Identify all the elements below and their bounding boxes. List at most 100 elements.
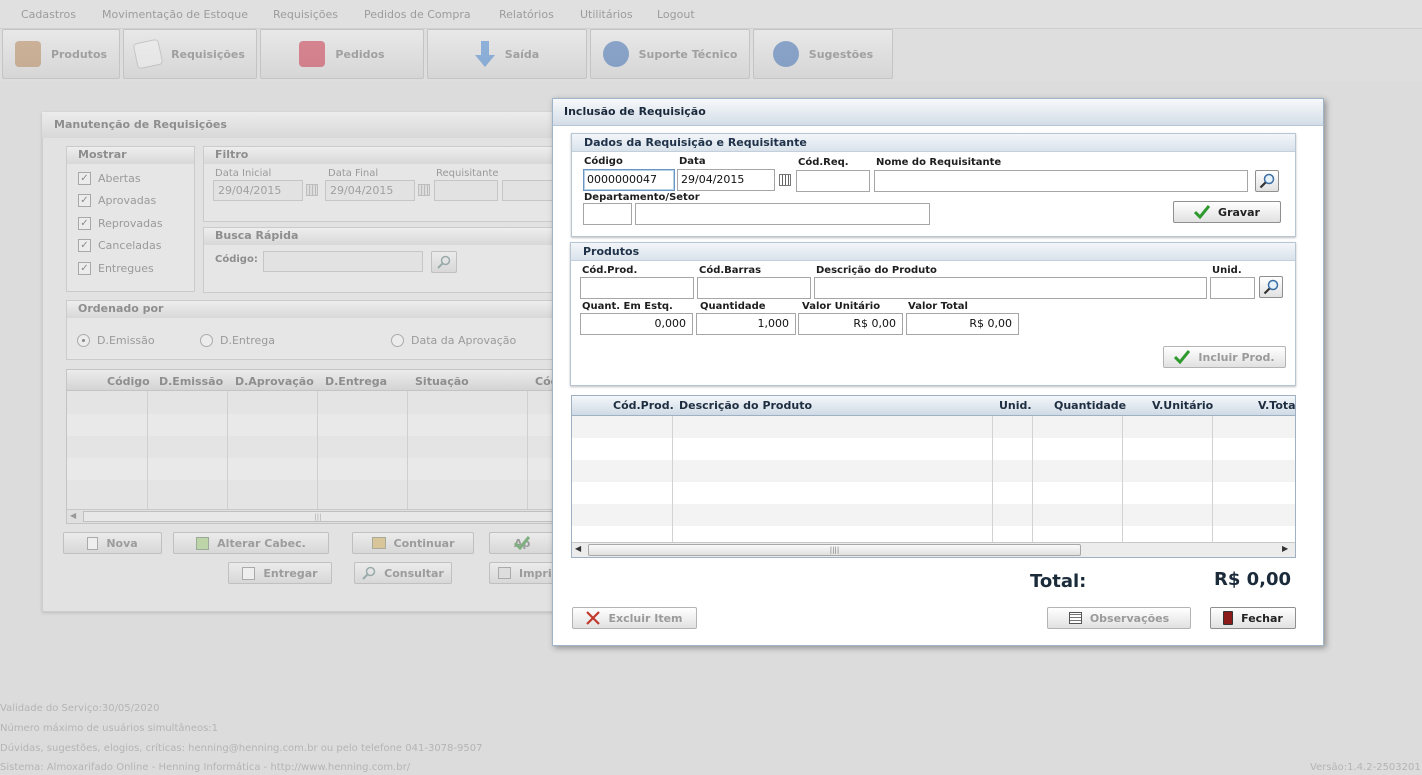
- cod-prod-input[interactable]: [580, 277, 694, 299]
- col-vunitario-header[interactable]: V.Unitário: [1152, 399, 1213, 412]
- continuar-button[interactable]: Continuar: [352, 532, 474, 554]
- aprovadas-label: Aprovadas: [98, 194, 157, 207]
- table-col-divider: [527, 391, 528, 509]
- menu-relatorios[interactable]: Relatórios: [499, 8, 554, 21]
- nova-button[interactable]: Nova: [63, 532, 162, 554]
- calendar-icon[interactable]: [779, 174, 791, 186]
- data-inicial-input[interactable]: 29/04/2015: [213, 180, 303, 201]
- scroll-left-arrow-icon[interactable]: ◀: [70, 511, 76, 520]
- entregar-label: Entregar: [263, 566, 318, 580]
- codigo-label: Código: [584, 156, 623, 167]
- gravar-button[interactable]: Gravar: [1173, 201, 1281, 223]
- mostrar-title: Mostrar: [78, 148, 127, 161]
- toolbar-requisicoes-button[interactable]: Requisições: [123, 29, 257, 79]
- reprovadas-checkbox[interactable]: ✓: [78, 217, 91, 230]
- quant-estq-input[interactable]: 0,000: [580, 313, 693, 335]
- grid-col-divider: [672, 416, 673, 542]
- abertas-checkbox[interactable]: ✓: [78, 172, 91, 185]
- col-unid-header[interactable]: Unid.: [999, 399, 1032, 412]
- document-icon: [132, 38, 164, 70]
- entregues-checkbox[interactable]: ✓: [78, 262, 91, 275]
- folder-icon: [299, 41, 326, 67]
- aprovadas-checkbox[interactable]: ✓: [78, 194, 91, 207]
- menu-movimentacao-estoque[interactable]: Movimentação de Estoque: [102, 8, 248, 21]
- col-descricao-header[interactable]: Descrição do Produto: [679, 399, 812, 412]
- demissao-radio[interactable]: [77, 334, 90, 347]
- toolbar-suporte-button[interactable]: Suporte Técnico: [590, 29, 750, 79]
- valor-unitario-input[interactable]: R$ 0,00: [798, 313, 903, 335]
- col-cod-prod-header[interactable]: Cód.Prod.: [613, 399, 674, 412]
- col-situacao-header[interactable]: Situação: [415, 375, 469, 388]
- quant-estq-label: Quant. Em Estq.: [582, 301, 673, 312]
- requisitante-label: Requisitante: [436, 168, 499, 179]
- cod-barras-input[interactable]: [697, 277, 811, 299]
- requisitante-code-input[interactable]: [434, 180, 498, 201]
- alterar-cabec-button[interactable]: Alterar Cabec.: [173, 532, 329, 554]
- scrollbar-thumb[interactable]: |||: [83, 511, 553, 522]
- fechar-label: Fechar: [1241, 611, 1283, 625]
- requisitante-name-input[interactable]: [502, 180, 558, 201]
- toolbar-saida-label: Saída: [504, 47, 540, 61]
- abertas-label: Abertas: [98, 172, 141, 185]
- col-demissao-header[interactable]: D.Emissão: [159, 375, 223, 388]
- help-icon: [602, 41, 629, 67]
- fechar-button[interactable]: Fechar: [1210, 607, 1296, 629]
- scroll-left-arrow-icon[interactable]: ◀: [575, 544, 581, 553]
- valor-total-input[interactable]: R$ 0,00: [906, 313, 1019, 335]
- incluir-prod-button[interactable]: Incluir Prod.: [1163, 346, 1286, 368]
- table-row: [572, 482, 1295, 504]
- total-value: R$ 0,00: [1214, 569, 1292, 590]
- footer-sistema: Sistema: Almoxarifado Online - Henning I…: [0, 762, 411, 773]
- reprovadas-label: Reprovadas: [98, 217, 163, 230]
- canceladas-checkbox[interactable]: ✓: [78, 239, 91, 252]
- data-final-input[interactable]: 29/04/2015: [325, 180, 415, 201]
- itens-grid-hscrollbar[interactable]: ◀ |||| ▶: [572, 542, 1295, 557]
- delete-x-icon: [586, 611, 601, 625]
- checkmark-icon: [514, 536, 530, 550]
- cod-req-input[interactable]: [796, 170, 870, 192]
- observacoes-label: Observações: [1089, 611, 1170, 625]
- dados-requisicao-title: Dados da Requisição e Requisitante: [572, 134, 1295, 152]
- busca-search-button[interactable]: [431, 251, 457, 273]
- unid-input[interactable]: [1210, 277, 1255, 299]
- toolbar-produtos-button[interactable]: Produtos: [2, 29, 120, 79]
- dentrega-radio[interactable]: [200, 334, 213, 347]
- itens-grid: Cód.Prod. Descrição do Produto Unid. Qua…: [571, 395, 1296, 558]
- observacoes-button[interactable]: Observações: [1047, 607, 1191, 629]
- calendar-icon[interactable]: [306, 184, 318, 196]
- footer-validade: Validade do Serviço:30/05/2020: [0, 703, 160, 714]
- menu-logout[interactable]: Logout: [657, 8, 695, 21]
- nome-requisitante-input[interactable]: [874, 170, 1248, 192]
- scrollbar-thumb[interactable]: ||||: [588, 544, 1081, 556]
- codigo-input[interactable]: 0000000047: [583, 169, 675, 191]
- descricao-produto-input[interactable]: [814, 277, 1207, 299]
- col-quantidade-header[interactable]: Quantidade: [1054, 399, 1126, 412]
- quantidade-input[interactable]: 1,000: [696, 313, 796, 335]
- menu-pedidos-compra[interactable]: Pedidos de Compra: [364, 8, 471, 21]
- table-hscrollbar[interactable]: ||| ◀: [67, 509, 557, 523]
- scroll-right-arrow-icon[interactable]: ▶: [1282, 544, 1288, 553]
- busca-codigo-input[interactable]: [263, 251, 423, 272]
- departamento-name-input[interactable]: [635, 203, 930, 225]
- col-daprovacao-header[interactable]: D.Aprovação: [235, 375, 314, 388]
- departamento-code-input[interactable]: [583, 203, 632, 225]
- toolbar-pedidos-button[interactable]: Pedidos: [260, 29, 424, 79]
- col-codigo-header[interactable]: Código: [107, 375, 150, 388]
- entregar-button[interactable]: Entregar: [228, 562, 332, 584]
- data-aprovacao-radio[interactable]: [391, 334, 404, 347]
- consultar-button[interactable]: Consultar: [354, 562, 452, 584]
- menu-utilitarios[interactable]: Utilitários: [580, 8, 633, 21]
- toolbar-saida-button[interactable]: Saída: [427, 29, 587, 79]
- col-vtotal-header[interactable]: V.Tota: [1258, 399, 1295, 412]
- menu-requisicoes[interactable]: Requisições: [273, 8, 338, 21]
- search-produto-button[interactable]: [1259, 276, 1283, 298]
- excluir-item-button[interactable]: Excluir Item: [572, 607, 697, 629]
- toolbar-sugestoes-button[interactable]: Sugestões: [753, 29, 893, 79]
- col-dentrega-header[interactable]: D.Entrega: [325, 375, 387, 388]
- search-requisitante-button[interactable]: [1255, 170, 1279, 192]
- data-input[interactable]: 29/04/2015: [677, 169, 775, 191]
- toolbar-sugestoes-label: Sugestões: [808, 47, 874, 61]
- menu-cadastros[interactable]: Cadastros: [21, 8, 76, 21]
- imprimir-button[interactable]: Impri: [489, 562, 559, 584]
- calendar-icon[interactable]: [418, 184, 430, 196]
